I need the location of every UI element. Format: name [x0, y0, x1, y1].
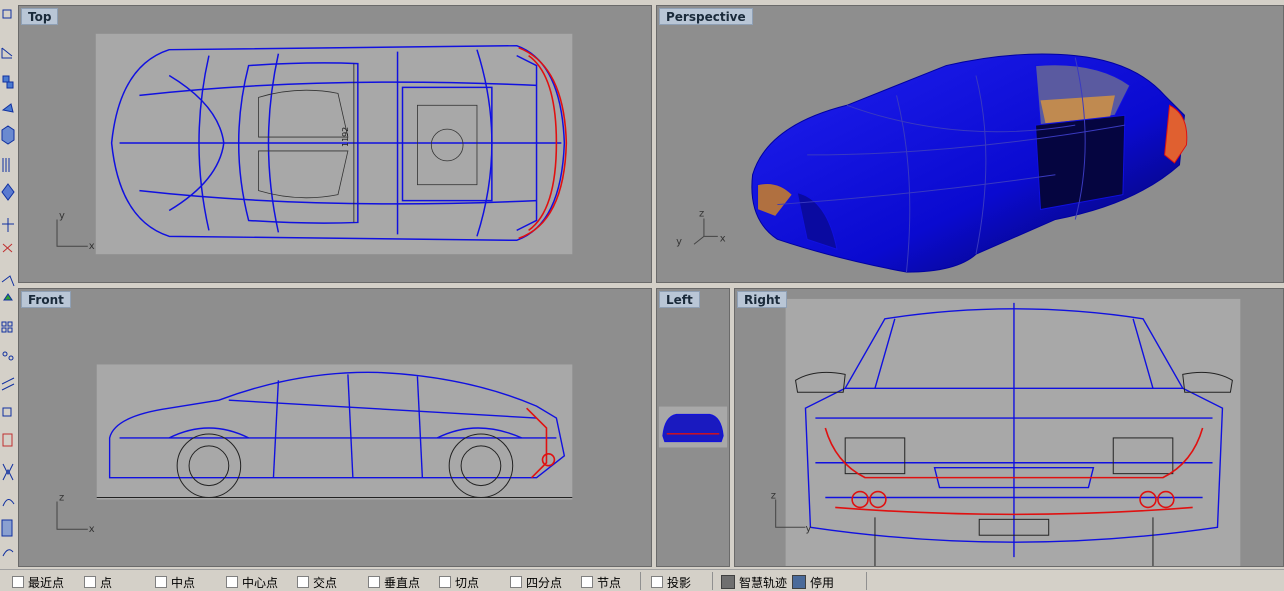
- snap-center-label: 中心点: [242, 575, 279, 590]
- snap-nearest[interactable]: 最近点: [12, 574, 64, 590]
- lines-tool-icon: [1, 377, 15, 391]
- snap-perpendicular-checkbox[interactable]: [368, 576, 380, 588]
- smart-track-label: 智慧轨迹: [739, 575, 788, 590]
- persp-axis-y: y: [676, 236, 682, 247]
- mirror-tool-icon: [2, 463, 14, 481]
- viewport-right[interactable]: Right z y: [734, 288, 1284, 567]
- rhino-app: Top 1192 y x Perspective z x y Front z x…: [0, 0, 1284, 591]
- snap-point-label: 点: [100, 575, 113, 590]
- viewport-top[interactable]: Top 1192 y x: [18, 5, 652, 283]
- snap-midpoint-checkbox[interactable]: [155, 576, 167, 588]
- snap-perpendicular[interactable]: 垂直点: [368, 574, 420, 590]
- snap-point[interactable]: 点: [84, 574, 112, 590]
- panel-tool-icon: [1, 519, 13, 537]
- top-axis-y: y: [59, 210, 65, 221]
- array-tool-icon: [7, 327, 13, 333]
- dimension-tool-icon: [1, 47, 13, 59]
- left-view-canvas: [658, 406, 728, 448]
- disable-toggle[interactable]: 停用: [792, 574, 834, 590]
- viewport-left[interactable]: Left: [656, 288, 730, 567]
- right-blueprint: [785, 298, 1241, 566]
- viewport-front[interactable]: Front z x: [18, 288, 652, 567]
- perspective-car-body: [751, 53, 1188, 273]
- viewport-top-label[interactable]: Top: [21, 8, 59, 25]
- viewport-right-label[interactable]: Right: [737, 291, 788, 308]
- snap-perpendicular-label: 垂直点: [384, 575, 421, 590]
- status-separator: [712, 572, 713, 590]
- box-tool-icon: [2, 407, 12, 417]
- perspective-view-canvas: z x y: [676, 53, 1188, 273]
- status-separator: [640, 572, 641, 590]
- persp-axis-x: x: [720, 233, 726, 244]
- viewport-perspective-label[interactable]: Perspective: [659, 8, 753, 25]
- disable-checkbox[interactable]: [792, 575, 806, 589]
- render-tool-icon: [2, 433, 13, 447]
- top-blueprint: [95, 33, 573, 255]
- transform-tool-icon: [1, 183, 15, 201]
- persp-axis-icon: [693, 218, 718, 245]
- disable-label: 停用: [810, 575, 835, 590]
- front-blueprint: [96, 364, 573, 500]
- snap-knot-checkbox[interactable]: [581, 576, 593, 588]
- analyze-tool-icon: [3, 293, 13, 301]
- smart-track-checkbox[interactable]: [721, 575, 735, 589]
- snap-center[interactable]: 中心点: [226, 574, 278, 590]
- front-axis-x: x: [89, 524, 95, 535]
- snap-intersection-label: 交点: [313, 575, 338, 590]
- snap-nearest-label: 最近点: [28, 575, 65, 590]
- viewport-front-label[interactable]: Front: [21, 291, 71, 308]
- snap-quadrant-checkbox[interactable]: [510, 576, 522, 588]
- delete-tool-icon: [2, 243, 13, 253]
- snap-midpoint-label: 中点: [171, 575, 196, 590]
- viewport-perspective[interactable]: Perspective z x y: [656, 5, 1284, 283]
- status-separator: [866, 572, 867, 590]
- front-axis-icon: [56, 501, 88, 530]
- snap-center-checkbox[interactable]: [226, 576, 238, 588]
- snap-nearest-checkbox[interactable]: [12, 576, 24, 588]
- snap-tangent[interactable]: 切点: [439, 574, 479, 590]
- move-tool-icon: [2, 218, 14, 232]
- left-car-thumb: [662, 413, 724, 443]
- viewport-left-label[interactable]: Left: [659, 291, 700, 308]
- snap-tangent-checkbox[interactable]: [439, 576, 451, 588]
- mesh-tool-icon: [2, 158, 10, 172]
- surface-tool-icon: [1, 103, 14, 113]
- snap-point-checkbox[interactable]: [84, 576, 96, 588]
- group-tool-icon: [6, 81, 14, 89]
- solid-tool-icon: [1, 125, 15, 145]
- snap-tangent-label: 切点: [455, 575, 480, 590]
- snap-intersection-checkbox[interactable]: [297, 576, 309, 588]
- snap-quadrant[interactable]: 四分点: [510, 574, 562, 590]
- persp-axis-z: z: [699, 208, 704, 219]
- right-view-canvas: z y: [771, 298, 1241, 566]
- left-toolbar: [0, 0, 16, 567]
- curve-tool-icon: [1, 275, 15, 287]
- front-axis-z: z: [59, 492, 64, 503]
- select-tool-icon: [2, 9, 12, 19]
- top-axis-x: x: [89, 241, 95, 252]
- fillet-tool-icon: [2, 549, 14, 557]
- smart-track-toggle[interactable]: 智慧轨迹: [721, 574, 787, 590]
- front-view-canvas: z x: [56, 364, 573, 535]
- snap-intersection[interactable]: 交点: [297, 574, 337, 590]
- snap-knot[interactable]: 节点: [581, 574, 621, 590]
- arc-tool-icon: [2, 499, 15, 507]
- right-axis-z: z: [771, 490, 776, 501]
- osnap-status-bar: 最近点 点 中点 中心点 交点 垂直点 切点 四分点 节点 投影 智慧轨迹 停用: [0, 569, 1284, 591]
- top-view-canvas: 1192 y x: [56, 33, 573, 255]
- snap-project-label: 投影: [667, 575, 692, 590]
- right-axis-y: y: [805, 523, 811, 534]
- points-tool-icon: [8, 355, 14, 361]
- toolbar-icons: [1, 9, 15, 557]
- snap-project-checkbox[interactable]: [651, 576, 663, 588]
- dimension-text: 1192: [341, 127, 350, 147]
- snap-project[interactable]: 投影: [651, 574, 691, 590]
- snap-midpoint[interactable]: 中点: [155, 574, 195, 590]
- top-axis-icon: [56, 219, 88, 247]
- snap-knot-label: 节点: [597, 575, 622, 590]
- snap-quadrant-label: 四分点: [526, 575, 563, 590]
